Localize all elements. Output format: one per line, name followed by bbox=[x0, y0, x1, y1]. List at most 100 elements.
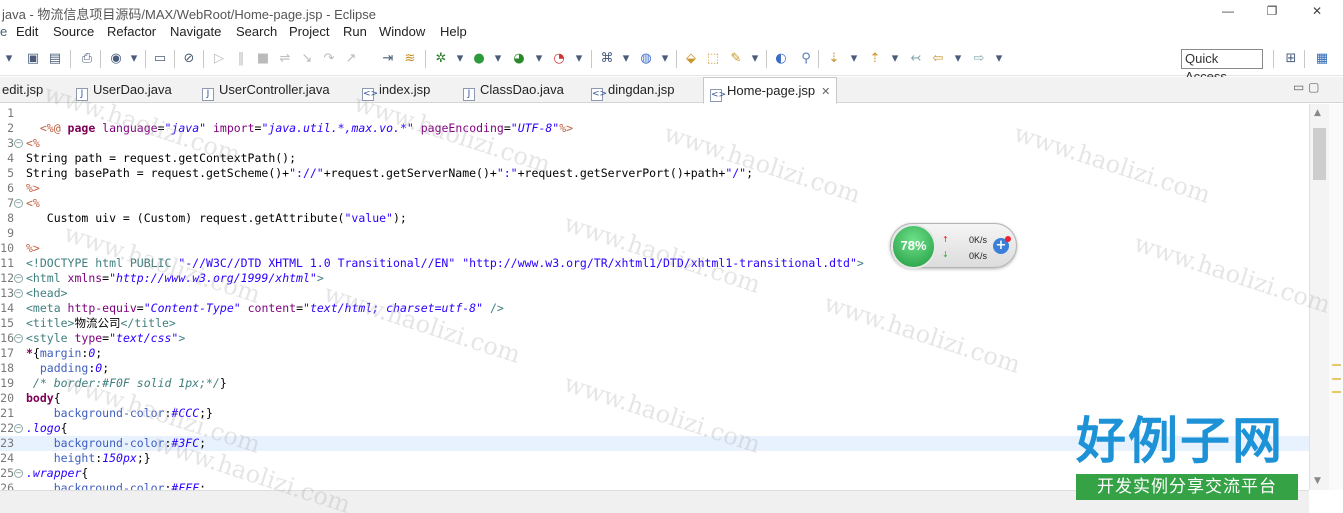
next-annotation-icon[interactable]: ⇣ bbox=[825, 50, 843, 68]
forward-icon[interactable]: ⇨ bbox=[970, 50, 988, 68]
new-class-icon[interactable]: ◍ bbox=[637, 50, 655, 68]
code-line[interactable]: 13− <head> bbox=[0, 286, 1309, 301]
menu-navigate[interactable]: Navigate bbox=[170, 24, 221, 39]
code-line[interactable]: 18 padding:0; bbox=[0, 361, 1309, 376]
open-perspective-icon[interactable]: ⊞ bbox=[1282, 50, 1300, 68]
new-dropdown-icon[interactable]: ▾ bbox=[0, 50, 18, 68]
step-return-icon[interactable]: ↗ bbox=[342, 50, 360, 68]
overview-ruler[interactable] bbox=[1329, 104, 1343, 490]
menu-project[interactable]: Project bbox=[289, 24, 329, 39]
last-edit-location-icon[interactable]: ↢ bbox=[907, 50, 925, 68]
menu-file-cut-icon[interactable]: e bbox=[0, 24, 7, 39]
run-dropdown-icon[interactable]: ▾ bbox=[489, 50, 507, 68]
menu-source[interactable]: Source bbox=[53, 24, 94, 39]
coverage-dropdown-icon[interactable]: ▾ bbox=[530, 50, 548, 68]
forward-dropdown-icon[interactable]: ▾ bbox=[990, 50, 1008, 68]
code-line[interactable]: 5 String basePath = request.getScheme()+"… bbox=[0, 166, 1309, 181]
tab-classdao-java[interactable]: J ClassDao.java bbox=[463, 77, 564, 103]
open-folder-icon[interactable]: ⬚ bbox=[704, 50, 722, 68]
fold-toggle-icon[interactable]: − bbox=[14, 199, 23, 208]
fold-toggle-icon[interactable]: − bbox=[14, 424, 23, 433]
menu-window[interactable]: Window bbox=[379, 24, 425, 39]
menu-help[interactable]: Help bbox=[440, 24, 467, 39]
external-tools-dropdown-icon[interactable]: ▾ bbox=[570, 50, 588, 68]
back-icon[interactable]: ⇦ bbox=[929, 50, 947, 68]
code-line[interactable]: 2 <%@ page language="java" import="java.… bbox=[0, 121, 1309, 136]
profile-dropdown-icon[interactable]: ▾ bbox=[125, 50, 143, 68]
code-line[interactable]: 8 Custom uiv = (Custom) request.getAttri… bbox=[0, 211, 1309, 226]
skip-breakpoints-icon[interactable]: ⊘ bbox=[180, 50, 198, 68]
close-window-button[interactable]: ✕ bbox=[1304, 2, 1330, 20]
code-line[interactable]: 12− <html xmlns="http://www.w3.org/1999/x… bbox=[0, 271, 1309, 286]
minimize-maximize-icon[interactable]: ▭ ▢ bbox=[1293, 80, 1320, 94]
open-task-dropdown-icon[interactable]: ▾ bbox=[746, 50, 764, 68]
terminate-icon[interactable]: ■ bbox=[254, 50, 272, 68]
open-type-icon[interactable]: ⬙ bbox=[682, 50, 700, 68]
resume-icon[interactable]: ▷ bbox=[210, 50, 228, 68]
scroll-down-icon[interactable]: ▼ bbox=[1314, 476, 1321, 486]
profile-icon[interactable]: ◉ bbox=[107, 50, 125, 68]
tab-edit-jsp[interactable]: edit.jsp bbox=[2, 77, 43, 103]
code-line[interactable]: 11 <!DOCTYPE html PUBLIC "-//W3C//DTD XHT… bbox=[0, 256, 1309, 271]
code-line[interactable]: 20 body{ bbox=[0, 391, 1309, 406]
step-into-icon[interactable]: ↘ bbox=[298, 50, 316, 68]
save-all-icon[interactable]: ▤ bbox=[46, 50, 64, 68]
menu-run[interactable]: Run bbox=[343, 24, 367, 39]
run-icon[interactable]: ● bbox=[470, 50, 488, 68]
open-task-icon[interactable]: ✎ bbox=[727, 50, 745, 68]
debug-dropdown-icon[interactable]: ▾ bbox=[451, 50, 469, 68]
code-line[interactable]: 7− <% bbox=[0, 196, 1309, 211]
fold-toggle-icon[interactable]: − bbox=[14, 469, 23, 478]
scroll-up-icon[interactable]: ▲ bbox=[1314, 108, 1321, 118]
search-icon[interactable]: ⚲ bbox=[797, 50, 815, 68]
close-tab-icon[interactable]: ✕ bbox=[821, 86, 830, 98]
new-server-icon[interactable]: ⌘ bbox=[598, 50, 616, 68]
debug-icon[interactable]: ✲ bbox=[432, 50, 450, 68]
tab-index-jsp[interactable]: <>index.jsp bbox=[362, 77, 430, 103]
menu-search[interactable]: Search bbox=[236, 24, 277, 39]
coverage-icon[interactable]: ◕ bbox=[510, 50, 528, 68]
menu-edit[interactable]: Edit bbox=[16, 24, 38, 39]
overview-marker[interactable] bbox=[1332, 364, 1341, 366]
menu-refactor[interactable]: Refactor bbox=[107, 24, 156, 39]
overview-marker[interactable] bbox=[1332, 378, 1341, 380]
web-browser-icon[interactable]: ◐ bbox=[772, 50, 790, 68]
new-server-dropdown-icon[interactable]: ▾ bbox=[617, 50, 635, 68]
tab-userdao-java[interactable]: J UserDao.java bbox=[76, 77, 172, 103]
code-line[interactable]: 10 %> bbox=[0, 241, 1309, 256]
new-class-dropdown-icon[interactable]: ▾ bbox=[656, 50, 674, 68]
code-line[interactable]: 6 %> bbox=[0, 181, 1309, 196]
quick-access-input[interactable]: Quick Access bbox=[1181, 49, 1263, 84]
code-line[interactable]: 19 /* border:#F0F solid 1px;*/} bbox=[0, 376, 1309, 391]
code-line[interactable]: 14 <meta http-equiv="Content-Type" conten… bbox=[0, 301, 1309, 316]
tab-usercontroller-java[interactable]: J UserController.java bbox=[202, 77, 330, 103]
code-line[interactable]: 15 <title>物流公司</title> bbox=[0, 316, 1309, 331]
previous-annotation-icon[interactable]: ⇡ bbox=[866, 50, 884, 68]
minimize-button[interactable]: — bbox=[1215, 2, 1241, 20]
drop-to-frame-icon[interactable]: ≋ bbox=[401, 50, 419, 68]
fold-toggle-icon[interactable]: − bbox=[14, 274, 23, 283]
suspend-icon[interactable]: ‖ bbox=[232, 50, 250, 68]
java-ee-perspective-icon[interactable]: ▦ bbox=[1313, 50, 1331, 68]
use-step-filters-icon[interactable]: ⇥ bbox=[379, 50, 397, 68]
disconnect-icon[interactable]: ⇌ bbox=[276, 50, 294, 68]
next-annotation-dropdown-icon[interactable]: ▾ bbox=[845, 50, 863, 68]
code-line[interactable]: 4 String path = request.getContextPath(); bbox=[0, 151, 1309, 166]
fold-toggle-icon[interactable]: − bbox=[14, 139, 23, 148]
step-over-icon[interactable]: ↷ bbox=[320, 50, 338, 68]
save-icon[interactable]: ▣ bbox=[24, 50, 42, 68]
fold-toggle-icon[interactable]: − bbox=[14, 289, 23, 298]
vertical-scrollbar[interactable]: ▲ ▼ bbox=[1309, 104, 1329, 490]
print-icon[interactable]: ⎙ bbox=[78, 50, 96, 68]
code-line[interactable]: 3− <% bbox=[0, 136, 1309, 151]
overview-marker[interactable] bbox=[1332, 391, 1341, 393]
code-line[interactable]: 9 bbox=[0, 226, 1309, 241]
scrollbar-thumb[interactable] bbox=[1313, 128, 1326, 180]
tab-dingdan-jsp[interactable]: <>dingdan.jsp bbox=[591, 77, 675, 103]
external-tools-icon[interactable]: ◔ bbox=[550, 50, 568, 68]
network-speed-widget[interactable]: 78% ↑ 0K/s ↓ 0K/s + bbox=[890, 223, 1017, 269]
code-line[interactable]: 1 bbox=[0, 106, 1309, 121]
code-line[interactable]: 17 *{margin:0; bbox=[0, 346, 1309, 361]
fold-toggle-icon[interactable]: − bbox=[14, 334, 23, 343]
back-dropdown-icon[interactable]: ▾ bbox=[949, 50, 967, 68]
